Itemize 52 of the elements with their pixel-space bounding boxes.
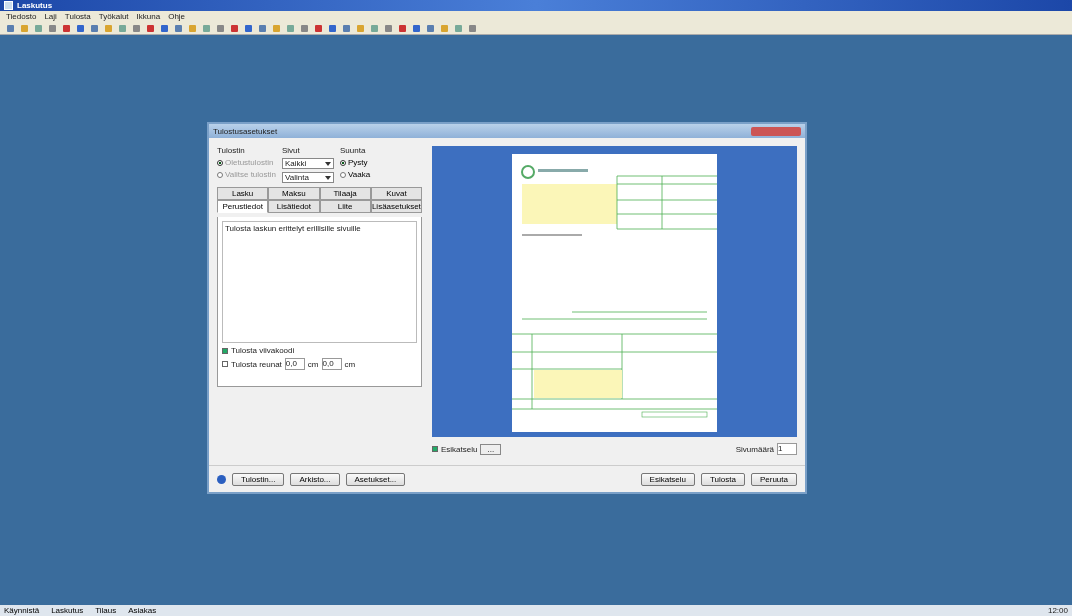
taskbar-item[interactable]: Käynnistä [4,606,40,615]
tab[interactable]: Lasku [217,187,269,200]
dropdown-arrow-icon [325,161,331,166]
menu-item[interactable]: Ohje [168,12,186,21]
dialog-button[interactable]: Peruuta [750,472,797,486]
dialog-title: Tulostusasetukset [213,126,278,136]
checkbox[interactable] [222,347,228,354]
group-label: Tulostin [217,146,246,155]
taskbar-item[interactable]: Asiakas [128,606,157,615]
field-label: Sivumäärä [735,444,774,454]
taskbar-item[interactable]: Tilaus [95,606,117,615]
group-label: Suunta [340,146,367,155]
browse-button[interactable]: ... [480,443,502,455]
menu-item[interactable]: Laji [44,12,57,21]
app-icon [4,1,13,10]
help-icon[interactable] [217,474,226,484]
menu-item[interactable]: Ikkuna [136,12,161,21]
dropdown-arrow-icon [325,175,331,180]
menu-item[interactable]: Työkalut [98,12,129,21]
text-area[interactable]: Tulosta laskun erittelyt erillisille sivuille [222,221,417,343]
dialog-button[interactable]: Tulosta [701,472,745,486]
radio-button[interactable]: Vaaka [340,170,371,179]
dialog-button[interactable]: Asetukset... [345,472,406,486]
dialog-button[interactable]: Tulostin... [232,472,285,486]
checkbox-label: Esikatselu [441,444,478,454]
tab[interactable]: Maksu [268,187,320,200]
tab[interactable]: Perustiedot [217,200,269,213]
checkbox[interactable] [222,361,228,367]
tab[interactable]: Lisäasetukset [370,200,422,213]
group-label: Sivut [282,146,301,155]
radio-button[interactable]: Pysty [340,158,371,167]
checkbox[interactable] [432,446,438,452]
input-field[interactable]: 0,0 [321,358,342,370]
dropdown[interactable]: Valinta [282,172,334,183]
taskbar-item[interactable]: Laskutus [51,606,84,615]
unit-label: cm [344,359,356,369]
checkbox-label: Tulosta viivakoodi [231,346,295,355]
input-field[interactable]: 1 [777,443,797,455]
menu-item[interactable]: Tulosta [64,12,91,21]
clock: 12:00 [1047,606,1068,615]
checkbox-label: Tulosta reunat [231,359,282,369]
dialog-button[interactable]: Arkisto... [290,472,340,486]
menu-item[interactable]: Tiedosto [6,12,37,21]
tab[interactable]: Kuvat [370,187,422,200]
dialog-button[interactable]: Esikatselu [640,472,696,486]
unit-label: cm [307,359,319,369]
tab[interactable]: Tilaaja [319,187,371,200]
window-title: Laskutus [17,1,53,10]
tab[interactable]: Lisätiedot [268,200,320,213]
dropdown[interactable]: Kaikki [282,158,334,169]
tab[interactable]: Liite [319,200,371,213]
input-field[interactable]: 0,0 [284,358,305,370]
